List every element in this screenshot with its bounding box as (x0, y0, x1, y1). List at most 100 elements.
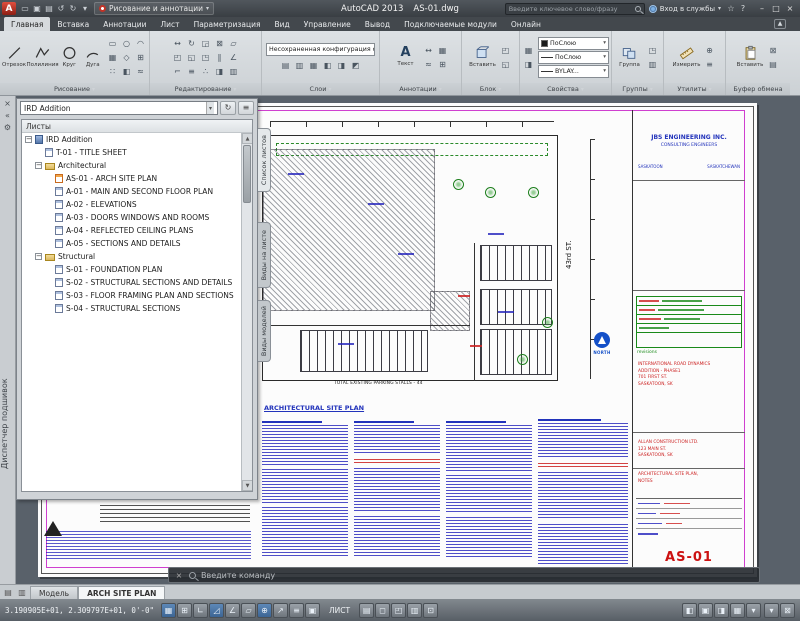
ribbon-tab[interactable]: Параметризация (187, 17, 268, 31)
tool-icon[interactable]: ▥ (646, 58, 659, 71)
tool-icon[interactable]: ⊕ (703, 44, 716, 57)
sheet-tree-item[interactable]: S-02 - STRUCTURAL SECTIONS AND DETAILS (22, 276, 252, 289)
panel-title-draw[interactable]: Рисование▾ (0, 83, 149, 95)
text-tool[interactable]: A Текст (392, 46, 419, 67)
tool-icon[interactable]: ▣ (698, 603, 713, 618)
layout-list-icon[interactable]: ▤ (2, 588, 14, 597)
sheet-tree-item[interactable]: AS-01 - ARCH SITE PLAN (22, 172, 252, 185)
ribbon-tab[interactable]: Аннотации (96, 17, 153, 31)
tool-icon[interactable]: ▦ (522, 44, 535, 57)
tool-icon[interactable]: ∥ (213, 51, 226, 64)
tool-icon[interactable]: ≡ (289, 603, 304, 618)
restore-button[interactable]: □ (771, 4, 781, 13)
tool-icon[interactable]: ▾ (746, 603, 761, 618)
tool-icon[interactable]: ⊞ (177, 603, 192, 618)
lineweight-combo[interactable]: ПоСлою▾ (538, 51, 609, 64)
search-icon[interactable] (635, 6, 641, 12)
palette-side-tab[interactable]: Список листов (258, 128, 271, 192)
ribbon-tab[interactable]: Вывод (358, 17, 397, 31)
scroll-down-icon[interactable]: ▼ (242, 480, 253, 491)
tool-icon[interactable]: ◰ (499, 44, 512, 57)
sheet-tree-item[interactable]: A-03 - DOORS WINDOWS AND ROOMS (22, 211, 252, 224)
sheet-options-button[interactable]: ≡ (238, 101, 254, 115)
panel-title-utilities[interactable]: Утилиты▾ (664, 83, 725, 95)
sheet-tree-item[interactable]: −Structural (22, 250, 252, 263)
tool-icon[interactable]: ◧ (321, 59, 334, 72)
tool-icon[interactable]: ↻ (67, 3, 79, 15)
tool-icon[interactable]: × (2, 98, 14, 110)
tool-icon[interactable]: ◨ (522, 58, 535, 71)
ribbon-tab[interactable]: Главная (4, 17, 50, 31)
sheetset-combo[interactable]: IRD Addition ▾ (20, 101, 218, 115)
ribbon-tab[interactable]: Вид (268, 17, 297, 31)
tool-icon[interactable]: ◨ (213, 65, 226, 78)
sheet-tree-item[interactable]: S-03 - FLOOR FRAMING PLAN AND SECTIONS (22, 289, 252, 302)
measure-tool[interactable]: Измерить (673, 45, 700, 68)
tool-icon[interactable]: ∟ (193, 603, 208, 618)
color-combo[interactable]: ПоСлою▾ (538, 37, 609, 50)
tool-icon[interactable]: ∠ (225, 603, 240, 618)
minimize-button[interactable]: – (757, 4, 767, 13)
close-button[interactable]: × (785, 4, 795, 13)
tool-icon[interactable]: ◇ (120, 51, 133, 64)
ribbon-tab[interactable]: Вставка (50, 17, 96, 31)
layout-nav-icon[interactable]: ▥ (16, 588, 28, 597)
tool-icon[interactable]: ⊕ (257, 603, 272, 618)
tool-icon[interactable]: ↗ (273, 603, 288, 618)
sheet-tree-item[interactable]: A-04 - REFLECTED CEILING PLANS (22, 224, 252, 237)
arc-tool[interactable]: Дуга (83, 45, 103, 68)
sheet-tree-item[interactable]: A-05 - SECTIONS AND DETAILS (22, 237, 252, 250)
scroll-up-icon[interactable]: ▲ (242, 133, 253, 144)
tool-icon[interactable]: ○ (120, 37, 133, 50)
paste-tool[interactable]: Вставить (737, 45, 764, 68)
sheet-tree-item[interactable]: A-02 - ELEVATIONS (22, 198, 252, 211)
tool-icon[interactable]: ◱ (185, 51, 198, 64)
ribbon-tab[interactable]: Онлайн (504, 17, 548, 31)
tool-icon[interactable]: ↺ (55, 3, 67, 15)
palette-side-tab[interactable]: Виды на листе (258, 222, 271, 288)
tool-icon[interactable]: ☆ (725, 3, 737, 15)
tool-icon[interactable]: ∠ (227, 51, 240, 64)
palette-dock-bar[interactable]: ×«⚙ Диспетчер подшивок (0, 96, 16, 584)
panel-title-block[interactable]: Блок▾ (462, 83, 519, 95)
command-prompt[interactable]: Введите команду (201, 571, 275, 580)
signin-button[interactable]: Вход в службы ▾ (649, 5, 721, 13)
tool-icon[interactable]: ▣ (31, 3, 43, 15)
tool-icon[interactable]: ◻ (375, 603, 390, 618)
ribbon-tab[interactable]: Управление (297, 17, 358, 31)
tool-icon[interactable]: ▦ (307, 59, 320, 72)
line-tool[interactable]: Отрезок (2, 45, 26, 68)
tool-icon[interactable]: ◧ (120, 65, 133, 78)
panel-title-properties[interactable]: Свойства▾ (520, 83, 611, 95)
tool-icon[interactable]: ▦ (730, 603, 745, 618)
ribbon-tab[interactable]: Лист (154, 17, 187, 31)
sheet-tree-item[interactable]: −IRD Addition (22, 133, 252, 146)
tool-icon[interactable]: ⊠ (780, 603, 795, 618)
tool-icon[interactable]: ◰ (171, 51, 184, 64)
tool-icon[interactable]: ↔ (171, 37, 184, 50)
tool-icon[interactable]: ◠ (134, 37, 147, 50)
tool-icon[interactable]: ? (737, 3, 749, 15)
circle-tool[interactable]: Круг (59, 45, 79, 68)
tool-icon[interactable]: ◱ (499, 58, 512, 71)
tool-icon[interactable]: « (2, 110, 14, 122)
tool-icon[interactable]: ⚙ (2, 122, 14, 134)
sheet-tree-item[interactable]: S-04 - STRUCTURAL SECTIONS (22, 302, 252, 315)
tool-icon[interactable]: ◳ (199, 51, 212, 64)
tool-icon[interactable]: ◩ (349, 59, 362, 72)
tool-icon[interactable]: ▱ (241, 603, 256, 618)
tool-icon[interactable]: ▱ (227, 37, 240, 50)
tool-icon[interactable]: ◧ (682, 603, 697, 618)
tool-icon[interactable]: ⌐ (171, 65, 184, 78)
tool-icon[interactable]: ≡ (185, 65, 198, 78)
tool-icon[interactable]: ◿ (209, 603, 224, 618)
refresh-button[interactable]: ↻ (220, 101, 236, 115)
tool-icon[interactable]: ↔ (422, 44, 435, 57)
layer-config-combo[interactable]: Несохраненная конфигурация сло...▾ (266, 43, 375, 56)
autocad-logo-icon[interactable]: A (2, 2, 16, 15)
drawing-canvas[interactable]: NORTH 43rd ST. TOTAL EXISTING PARKING ST… (0, 96, 800, 584)
tool-icon[interactable]: ⊞ (134, 51, 147, 64)
tool-icon[interactable]: ∷ (106, 65, 119, 78)
tool-icon[interactable]: ▥ (227, 65, 240, 78)
tool-icon[interactable]: ◨ (714, 603, 729, 618)
